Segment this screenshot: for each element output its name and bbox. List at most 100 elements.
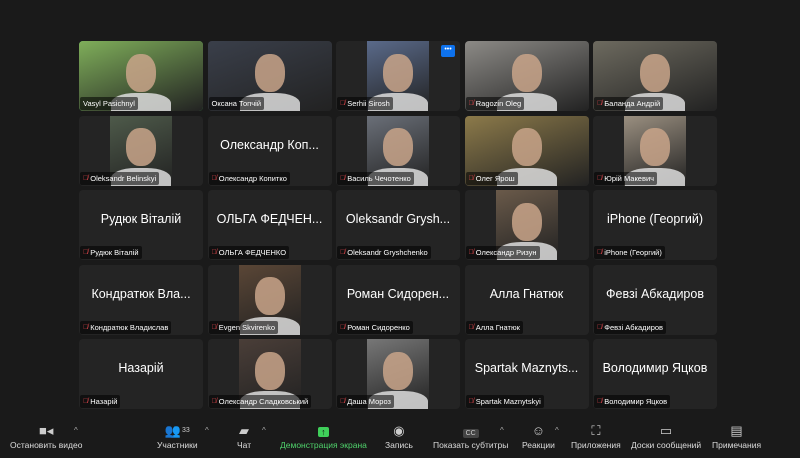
participant-name-label: 🎙̸ Василь Чечотенко [337, 171, 414, 185]
participant-name: Алла Гнатюк [475, 322, 520, 332]
muted-mic-icon: 🎙̸ [340, 249, 346, 256]
participant-display-name: Володимир Яцков [602, 361, 708, 375]
video-options-caret[interactable]: ^ [74, 426, 78, 435]
participant-display-name: Oleksandr Grysh... [345, 212, 451, 226]
reactions-button[interactable]: ☺ Реакции [522, 422, 555, 450]
share-screen-button[interactable]: ↑ Демонстрация экрана [280, 422, 367, 450]
muted-mic-icon: 🎙̸ [340, 174, 346, 182]
person-head [254, 351, 285, 390]
participant-name-label: 🎙̸ Кондратюк Владислав [80, 320, 172, 334]
participant-name: Evgen Skvirenko [218, 322, 276, 332]
meeting-toolbar: ■◂ Остановить видео ^ 👥33 Участники ^ ▰ Чат… [0, 418, 800, 458]
participant-tile[interactable]: 🎙̸ Юрій Макевич [593, 115, 717, 186]
muted-mic-icon: 🎙̸ [468, 174, 474, 182]
person-head [383, 351, 413, 390]
participant-tile[interactable]: Володимир Яцков 🎙̸ Володимир Яцков [593, 339, 717, 409]
muted-mic-icon: 🎙̸ [468, 100, 474, 107]
participant-name: Назарій [90, 397, 118, 406]
participant-tile[interactable]: Февзі Абкадиров 🎙̸ Февзі Абкадиров [593, 264, 717, 335]
gallery-grid: Vasyl Pasichnyl Оксана Топчій ••• 🎙̸ Serhii … [79, 41, 717, 409]
participant-name: Оксана Топчій [211, 99, 262, 108]
muted-mic-icon: 🎙̸ [340, 398, 346, 405]
participant-tile[interactable]: ОЛЬГА ФЕДЧЕН... 🎙̸ ОЛЬГА ФЕДЧЕНКО [207, 190, 332, 260]
participant-tile[interactable]: Рудюк Віталій 🎙̸ Рудюк Віталій [79, 190, 203, 260]
chat-button[interactable]: ▰ Чат [237, 422, 251, 450]
participant-tile[interactable]: Назарій 🎙̸ Назарій [79, 339, 203, 409]
participant-tile[interactable]: 🎙̸ Олександр Ризун [464, 190, 589, 260]
participant-name-label: 🎙̸ Рудюк Віталій [80, 246, 142, 259]
participant-display-name: Роман Сидорен... [346, 286, 450, 301]
participant-tile[interactable]: Spartak Maznyts... 🎙̸ Spartak Maznytskyi [464, 339, 589, 409]
video-camera-icon: ■◂ [39, 423, 54, 438]
participant-name: Юрій Макевич [604, 173, 655, 183]
participant-name: Олександр Сладковський [218, 397, 309, 406]
participant-tile[interactable]: Oleksandr Grysh... 🎙̸ Oleksandr Gryshchenk… [336, 190, 460, 260]
participant-display-name: iPhone (Георгий) [606, 212, 704, 226]
participant-tile[interactable]: ••• 🎙̸ Serhii Sirosh [336, 41, 460, 111]
participant-tile[interactable]: 🎙̸ Баланда Андрій [593, 41, 717, 111]
participant-tile[interactable]: Алла Гнатюк 🎙̸ Алла Гнатюк [464, 264, 589, 335]
participant-name-label: 🎙̸ Февзі Абкадиров [594, 320, 667, 334]
participant-name: Володимир Яцков [604, 397, 668, 406]
participant-name: Роман Сидоренко [347, 322, 410, 332]
participants-button[interactable]: 👥33 Участники [157, 422, 198, 450]
muted-mic-icon: 🎙̸ [83, 249, 89, 256]
participant-tile[interactable]: 🎙̸ Василь Чечотенко [336, 115, 460, 186]
participant-tile[interactable]: iPhone (Георгий) 🎙̸ iPhone (Георгий) [593, 190, 717, 260]
captions-button[interactable]: CC Показать субтитры [433, 422, 508, 450]
participant-name-label: Vasyl Pasichnyl [80, 97, 138, 110]
more-options-button[interactable]: ••• [441, 45, 455, 57]
whiteboard-icon: ▭ [659, 423, 673, 438]
participant-name: Олександр Копитко [218, 173, 287, 183]
muted-mic-icon: 🎙̸ [211, 323, 217, 331]
share-arrow-icon: ↑ [318, 422, 329, 440]
participant-tile[interactable]: Роман Сидорен... 🎙̸ Роман Сидоренко [336, 264, 460, 335]
whiteboards-button[interactable]: ▭ Доски сообщений [631, 422, 701, 450]
chat-options-caret[interactable]: ^ [262, 426, 266, 435]
record-button[interactable]: ◉ Запись [385, 422, 413, 450]
participant-tile[interactable]: 🎙̸ Evgen Skvirenko [207, 264, 332, 335]
muted-mic-icon: 🎙̸ [468, 323, 474, 331]
participant-tile[interactable]: 🎙̸ Олександр Сладковський [207, 339, 332, 409]
participant-display-name: Олександр Коп... [220, 137, 319, 152]
muted-mic-icon: 🎙̸ [340, 100, 346, 107]
chat-bubble-icon: ▰ [239, 423, 250, 438]
participant-tile[interactable]: Оксана Топчій [207, 41, 332, 111]
apps-button[interactable]: ⛶ Приложения [571, 422, 621, 450]
captions-options-caret[interactable]: ^ [500, 426, 504, 435]
participant-tile[interactable]: 🎙̸ Oleksandr Belinskyi [79, 115, 203, 186]
participant-tile[interactable]: Кондратюк Вла... 🎙̸ Кондратюк Владислав [79, 264, 203, 335]
participant-name-label: 🎙̸ Баланда Андрій [594, 97, 664, 110]
record-icon: ◉ [393, 423, 405, 438]
stop-video-button[interactable]: ■◂ Остановить видео [10, 422, 82, 450]
person-head [254, 277, 285, 316]
participant-name-label: 🎙̸ Ragozin Oleg [465, 97, 525, 110]
muted-mic-icon: 🎙̸ [83, 323, 89, 331]
participant-tile[interactable]: Vasyl Pasichnyl [79, 41, 203, 111]
person-head [254, 53, 285, 92]
participant-name: ОЛЬГА ФЕДЧЕНКО [218, 248, 287, 257]
muted-mic-icon: 🎙̸ [83, 398, 89, 405]
participant-display-name: Кондратюк Вла... [91, 286, 191, 301]
muted-mic-icon: 🎙̸ [597, 323, 603, 331]
person-head [126, 53, 156, 92]
muted-mic-icon: 🎙̸ [597, 100, 603, 107]
participant-name: Василь Чечотенко [347, 173, 411, 183]
person-head [511, 128, 542, 167]
participant-name: Vasyl Pasichnyl [83, 99, 135, 108]
participant-name-label: 🎙̸ Роман Сидоренко [337, 320, 413, 334]
participant-display-name: Февзі Абкадиров [606, 286, 704, 301]
participant-tile[interactable]: 🎙̸ Ragozin Oleg [464, 41, 589, 111]
reactions-options-caret[interactable]: ^ [555, 426, 559, 435]
participant-name: Олег Ярош [475, 173, 515, 183]
participant-tile[interactable]: 🎙̸ Олег Ярош [464, 115, 589, 186]
participant-name-label: 🎙̸ Oleksandr Gryshchenko [337, 246, 431, 259]
participants-options-caret[interactable]: ^ [205, 426, 209, 435]
notes-icon: ▤ [730, 423, 743, 438]
participant-name-label: 🎙̸ ОЛЬГА ФЕДЧЕНКО [208, 246, 290, 259]
participant-tile[interactable]: 🎙̸ Даша Мороз [336, 339, 460, 409]
participant-tile[interactable]: Олександр Коп... 🎙̸ Олександр Копитко [207, 115, 332, 186]
muted-mic-icon: 🎙̸ [468, 398, 474, 405]
notes-button[interactable]: ▤ Примечания [712, 422, 761, 450]
participant-display-name: Алла Гнатюк [489, 286, 564, 301]
